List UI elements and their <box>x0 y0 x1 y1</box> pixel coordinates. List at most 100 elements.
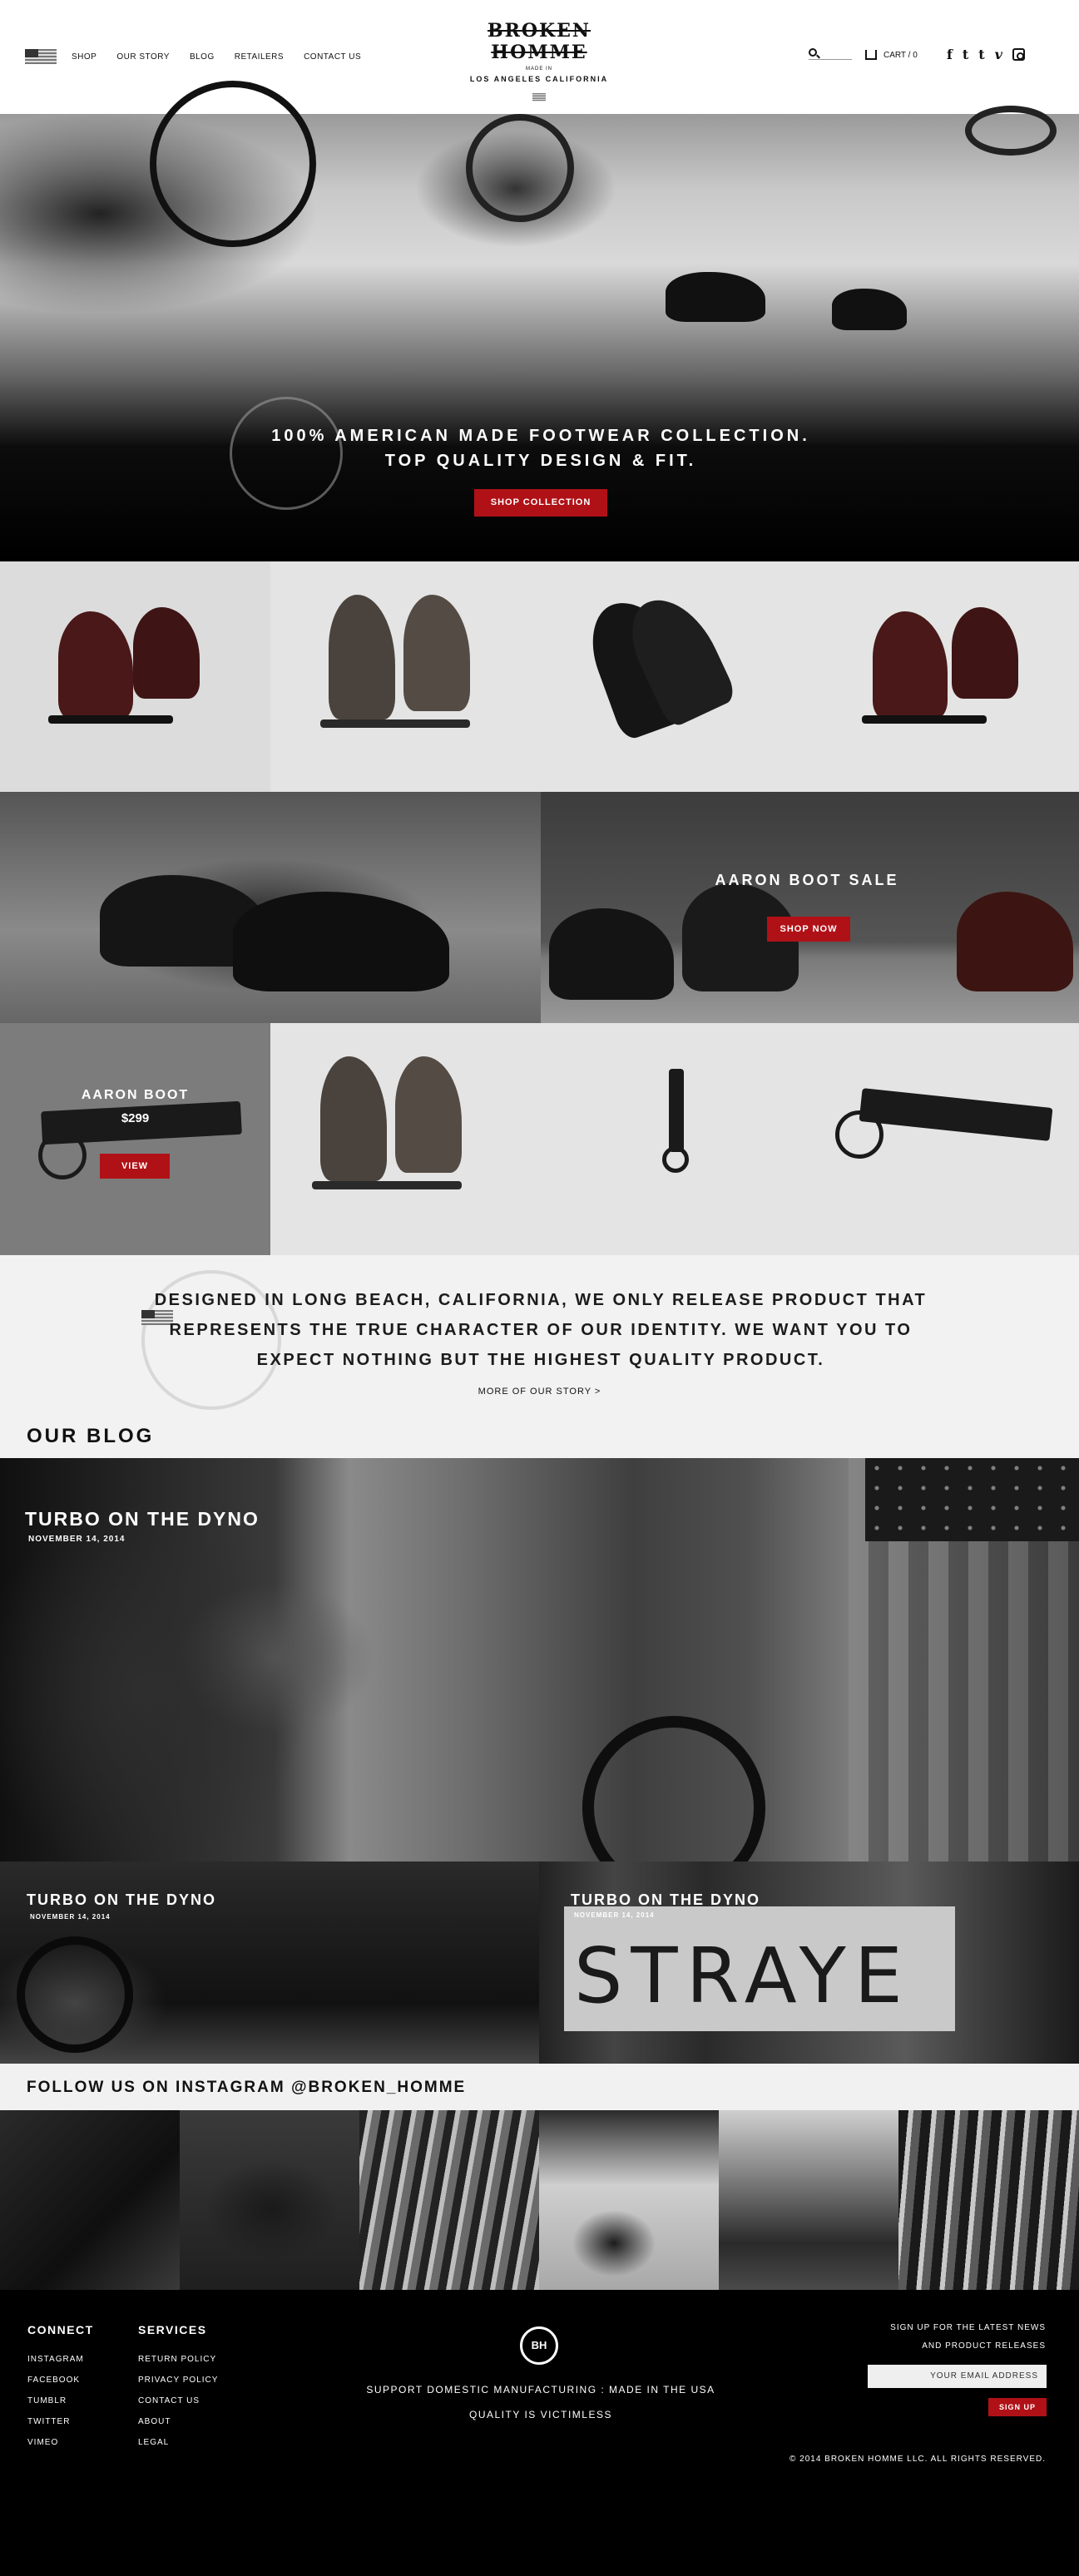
story-line: DESIGNED IN LONG BEACH, CALIFORNIA, WE O… <box>154 1291 928 1309</box>
red-boot-image <box>133 607 200 699</box>
aaron-boot-tile[interactable]: AARON BOOT $299 VIEW <box>0 1023 270 1255</box>
blog-post-row: TURBO ON THE DYNO NOVEMBER 14, 2014 STRA… <box>0 1862 1079 2064</box>
nav-shop[interactable]: SHOP <box>72 52 97 62</box>
email-field[interactable]: YOUR EMAIL ADDRESS <box>868 2365 1047 2388</box>
tumblr-icon[interactable]: t <box>978 47 984 62</box>
post-title[interactable]: TURBO ON THE DYNO <box>571 1891 760 1909</box>
instagram-heading[interactable]: FOLLOW US ON INSTAGRAM @BROKEN_HOMME <box>27 2079 466 2097</box>
vimeo-icon[interactable]: v <box>995 47 1002 62</box>
instagram-bar: FOLLOW US ON INSTAGRAM @BROKEN_HOMME <box>0 2064 1079 2110</box>
footer-link-vimeo[interactable]: VIMEO <box>27 2438 58 2447</box>
page: SHOP OUR STORY BLOG RETAILERS CONTACT US… <box>0 0 1079 2576</box>
product-tile[interactable] <box>810 1023 1079 1253</box>
motorcycle-wheel-image <box>150 81 316 247</box>
belt-image <box>859 1088 1053 1141</box>
product-tile[interactable] <box>541 561 810 792</box>
footer-link-return-policy[interactable]: RETURN POLICY <box>138 2355 216 2364</box>
cart-link[interactable]: CART / 0 <box>865 50 918 60</box>
footer-link-facebook[interactable]: FACEBOOK <box>27 2376 80 2385</box>
belt-buckle-image <box>38 1131 87 1179</box>
logo-brand: BROKEN HOMME <box>487 20 591 63</box>
product-tile[interactable] <box>541 1023 810 1253</box>
red-boot-image <box>58 611 133 719</box>
blog-post-card[interactable]: TURBO ON THE DYNO NOVEMBER 14, 2014 <box>0 1862 539 2064</box>
our-story-section: DESIGNED IN LONG BEACH, CALIFORNIA, WE O… <box>0 1255 1079 1458</box>
product-tile[interactable] <box>810 561 1079 792</box>
instagram-icon[interactable] <box>1012 48 1025 61</box>
more-of-our-story-link[interactable]: MORE OF OUR STORY > <box>0 1387 1079 1397</box>
hero-headline: 100% AMERICAN MADE FOOTWEAR COLLECTION. … <box>233 423 849 473</box>
product-tile[interactable] <box>270 1023 541 1253</box>
footer-link-privacy-policy[interactable]: PRIVACY POLICY <box>138 2376 218 2385</box>
logo-flag-icon <box>532 93 546 101</box>
search-icon[interactable] <box>809 48 817 57</box>
key-ring-image <box>662 1146 689 1173</box>
shop-now-button[interactable]: SHOP NOW <box>767 917 850 942</box>
boot-silhouette <box>832 289 907 330</box>
search-input[interactable] <box>809 48 852 60</box>
footer-link-instagram[interactable]: INSTAGRAM <box>27 2355 84 2364</box>
post-date: NOVEMBER 14, 2014 <box>30 1913 111 1921</box>
aaron-boot-sale-banner[interactable]: AARON BOOT SALE SHOP NOW <box>541 792 1079 1023</box>
footer-logo-emblem[interactable]: BH <box>520 2326 558 2365</box>
feature-title: AARON BOOT SALE <box>715 872 899 888</box>
site-footer: CONNECT INSTAGRAM FACEBOOK TUMBLR TWITTE… <box>0 2290 1079 2576</box>
blog-post-card[interactable]: STRAYE TURBO ON THE DYNO NOVEMBER 14, 20… <box>539 1862 1079 2064</box>
key-strap-image <box>669 1069 684 1152</box>
instagram-photo[interactable] <box>719 2110 898 2290</box>
instagram-photo[interactable] <box>0 2110 180 2290</box>
belt-buckle-image <box>835 1110 883 1159</box>
boot-sole <box>862 715 987 724</box>
cart-icon <box>865 50 877 60</box>
nav-our-story[interactable]: OUR STORY <box>116 52 170 62</box>
footer-link-twitter[interactable]: TWITTER <box>27 2417 70 2426</box>
nav-blog[interactable]: BLOG <box>190 52 215 62</box>
more-of-our-story-label[interactable]: MORE OF OUR STORY > <box>478 1387 601 1397</box>
us-flag-icon[interactable] <box>25 49 57 64</box>
boot-silhouette <box>666 272 765 322</box>
footer-link-tumblr[interactable]: TUMBLR <box>27 2396 67 2405</box>
nav-contact-us[interactable]: CONTACT US <box>304 52 361 62</box>
site-logo[interactable]: BROKEN HOMME MADE IN LOS ANGELES CALIFOR… <box>449 20 629 101</box>
boot-sole <box>48 715 173 724</box>
product-tile[interactable] <box>270 561 541 792</box>
nav-retailers[interactable]: RETAILERS <box>235 52 284 62</box>
red-boot-image <box>952 607 1018 699</box>
story-line: EXPECT NOTHING BUT THE HIGHEST QUALITY P… <box>256 1351 825 1369</box>
view-button[interactable]: VIEW <box>100 1154 170 1179</box>
main-nav: SHOP OUR STORY BLOG RETAILERS CONTACT US <box>72 52 361 62</box>
site-header: SHOP OUR STORY BLOG RETAILERS CONTACT US… <box>0 0 1079 114</box>
sign-up-button[interactable]: SIGN UP <box>988 2398 1047 2416</box>
signup-text: SIGN UP FOR THE LATEST NEWS <box>890 2323 1046 2332</box>
boot-lifestyle-image[interactable] <box>0 792 541 1023</box>
grey-boot-image <box>403 595 470 711</box>
blog-post-featured[interactable]: TURBO ON THE DYNO NOVEMBER 14, 2014 <box>0 1458 1079 1899</box>
sign-lettering: STRAYE <box>574 1931 911 2020</box>
post-title[interactable]: TURBO ON THE DYNO <box>27 1891 216 1909</box>
story-text: DESIGNED IN LONG BEACH, CALIFORNIA, WE O… <box>150 1285 932 1375</box>
cart-label: CART / 0 <box>883 50 918 60</box>
instagram-photo[interactable] <box>359 2110 539 2290</box>
product-tile[interactable] <box>0 561 270 792</box>
instagram-photo[interactable] <box>539 2110 719 2290</box>
grey-boot-image <box>320 1056 387 1181</box>
facebook-icon[interactable]: f <box>947 47 953 62</box>
footer-link-about[interactable]: ABOUT <box>138 2417 171 2426</box>
red-boot-image <box>957 892 1073 991</box>
instagram-photo[interactable] <box>898 2110 1079 2290</box>
product-price: $299 <box>121 1111 150 1125</box>
post-title[interactable]: TURBO ON THE DYNO <box>25 1508 260 1530</box>
product-name: AARON BOOT <box>81 1088 190 1102</box>
flag-stars-image <box>865 1458 1079 1541</box>
straye-sign-image: STRAYE <box>564 1906 955 2031</box>
grey-boot-image <box>395 1056 462 1173</box>
footer-link-contact-us[interactable]: CONTACT US <box>138 2396 200 2405</box>
services-heading: SERVICES <box>138 2323 207 2336</box>
twitter-icon[interactable]: t <box>963 47 968 62</box>
instagram-photo[interactable] <box>180 2110 359 2290</box>
shop-collection-button[interactable]: SHOP COLLECTION <box>474 489 607 517</box>
logo-city: LOS ANGELES CALIFORNIA <box>469 75 609 83</box>
footer-link-legal[interactable]: LEGAL <box>138 2438 169 2447</box>
boot-sole <box>312 1181 462 1189</box>
connect-heading: CONNECT <box>27 2323 94 2336</box>
